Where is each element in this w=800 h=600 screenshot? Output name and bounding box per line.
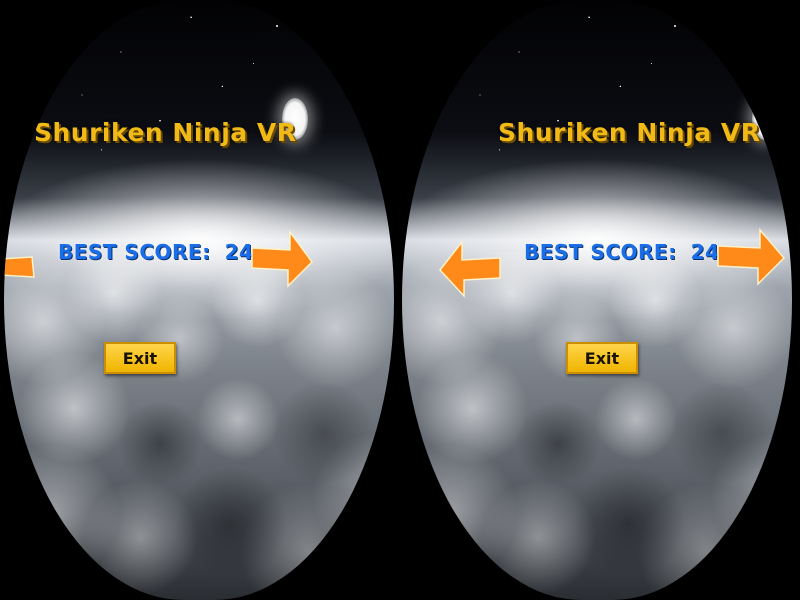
arrow-right-icon[interactable] xyxy=(716,226,786,286)
arrow-right-icon[interactable] xyxy=(250,228,314,288)
best-score-label: BEST SCORE: xyxy=(524,240,677,264)
exit-button[interactable]: Exit xyxy=(104,342,176,374)
exit-button-label: Exit xyxy=(122,348,158,368)
exit-button[interactable]: Exit xyxy=(566,342,638,374)
vr-stereo-view: Shuriken Ninja VR BEST SCORE: 24 Exit Shu… xyxy=(0,0,800,600)
cloud-layer xyxy=(4,252,394,600)
left-eye-view: Shuriken Ninja VR BEST SCORE: 24 Exit xyxy=(4,0,394,600)
exit-button-label: Exit xyxy=(584,348,620,368)
best-score-label: BEST SCORE: xyxy=(58,240,211,264)
arrow-left-icon[interactable] xyxy=(438,238,502,298)
game-title: Shuriken Ninja VR xyxy=(34,118,297,147)
best-score: BEST SCORE: 24 xyxy=(58,240,253,264)
arrow-left-icon[interactable] xyxy=(4,247,36,287)
right-eye-view: Shuriken Ninja VR BEST SCORE: 24 Exit xyxy=(402,0,792,600)
cloud-layer xyxy=(402,252,792,600)
best-score: BEST SCORE: 24 xyxy=(524,240,719,264)
game-title: Shuriken Ninja VR xyxy=(498,118,761,147)
